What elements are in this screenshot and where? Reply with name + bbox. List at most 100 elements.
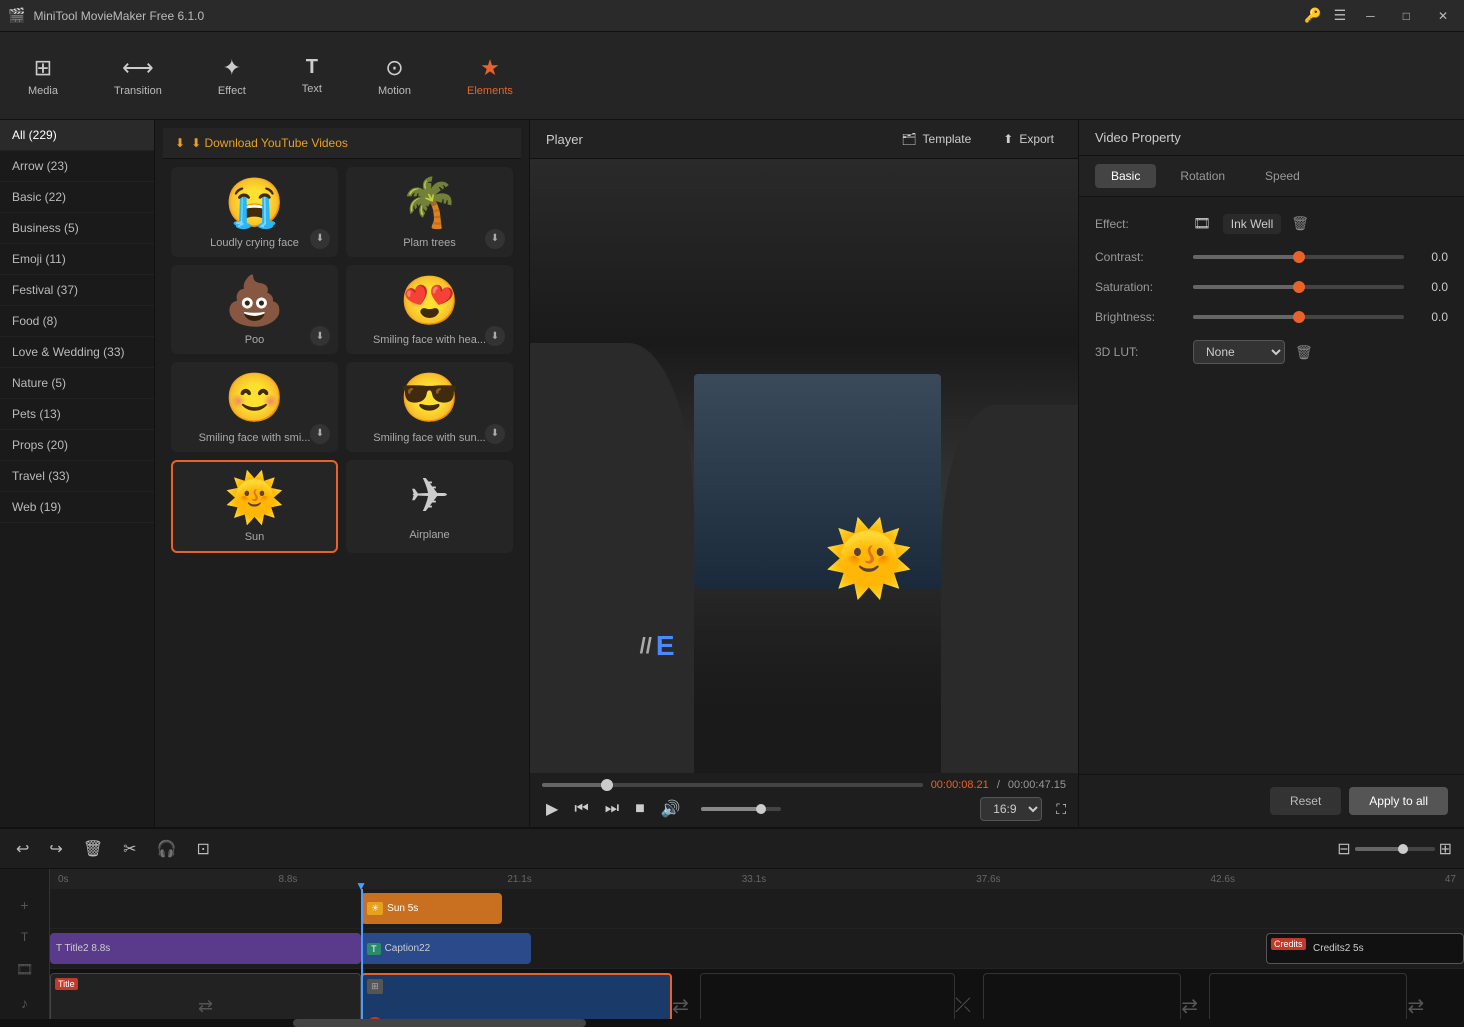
download-btn-trees[interactable]: ⬇ [485, 229, 505, 249]
titlebar-left: 🎬 MiniTool MovieMaker Free 6.1.0 [8, 7, 204, 24]
ruler-21s: 21.1s [507, 874, 531, 885]
category-festival[interactable]: Festival (37) [0, 275, 154, 306]
timeline-scrollbar[interactable] [0, 1019, 1464, 1027]
redo-button[interactable]: ↪ [45, 835, 66, 863]
category-nature[interactable]: Nature (5) [0, 368, 154, 399]
zoom-in-button[interactable]: ⊞ [1439, 839, 1452, 859]
prev-frame-button[interactable]: ⏮ [570, 798, 592, 820]
tab-speed[interactable]: Speed [1249, 164, 1316, 188]
tab-basic[interactable]: Basic [1095, 164, 1156, 188]
cut-button[interactable]: ✂ [119, 835, 140, 863]
transition-icon-2[interactable]: ⤫ [955, 995, 971, 1018]
time-current: 00:00:08.21 [931, 779, 989, 791]
undo-button[interactable]: ↩ [12, 835, 33, 863]
sun-clip[interactable]: ☀ Sun 5s [361, 893, 502, 924]
toolbar-text[interactable]: T Text [290, 50, 334, 101]
category-pets[interactable]: Pets (13) [0, 399, 154, 430]
element-sun[interactable]: 🌞 Sun [171, 460, 338, 554]
minimize-button[interactable]: ─ [1358, 5, 1383, 27]
category-business[interactable]: Business (5) [0, 213, 154, 244]
track1-icon[interactable]: T [21, 930, 28, 944]
category-all[interactable]: All (229) [0, 120, 154, 151]
player-controls: 00:00:08.21 / 00:00:47.15 ▶ ⏮ ⏭ ■ 🔊 16:9… [530, 773, 1078, 827]
main-video-clip[interactable]: ⊞ ✕ [361, 973, 672, 1019]
lut-select[interactable]: None Vivid Cinematic [1193, 340, 1285, 364]
video-clip-2[interactable]: 2X [700, 973, 955, 1019]
download-btn-smile[interactable]: ⬇ [310, 424, 330, 444]
element-airplane[interactable]: ✈ Airplane [346, 460, 513, 554]
stop-button[interactable]: ■ [631, 798, 649, 820]
category-props[interactable]: Props (20) [0, 430, 154, 461]
caption22-clip[interactable]: T Caption22 [361, 933, 531, 964]
fullscreen-button[interactable]: ⛶ [1056, 801, 1066, 818]
reset-button[interactable]: Reset [1270, 787, 1341, 815]
play-button[interactable]: ▶ [542, 797, 562, 821]
maximize-button[interactable]: □ [1395, 5, 1418, 27]
motion-icon: ⊙ [385, 55, 403, 81]
caption-badge: T [367, 943, 381, 955]
video-title-clip[interactable]: Title ⇄ [50, 973, 361, 1019]
download-btn-poo[interactable]: ⬇ [310, 326, 330, 346]
toolbar-effect[interactable]: ✦ Effect [206, 49, 258, 103]
video-clip-4[interactable] [1209, 973, 1407, 1019]
category-basic[interactable]: Basic (22) [0, 182, 154, 213]
video-clip-3[interactable] [983, 973, 1181, 1019]
detach-button[interactable]: 🎧 [153, 835, 181, 863]
lut-delete-button[interactable]: 🗑 [1293, 342, 1315, 363]
download-btn-heart[interactable]: ⬇ [485, 326, 505, 346]
credits2-clip[interactable]: Credits Credits2 5s [1266, 933, 1464, 964]
playhead-marker: ▼ [355, 879, 367, 893]
crop-button[interactable]: ⊡ [192, 835, 213, 863]
toolbar-motion[interactable]: ⊙ Motion [366, 49, 423, 103]
progress-bar[interactable] [542, 783, 923, 787]
brightness-value: 0.0 [1412, 310, 1448, 324]
category-list: All (229) Arrow (23) Basic (22) Business… [0, 120, 155, 827]
title2-clip[interactable]: T Title2 8.8s [50, 933, 361, 964]
titlebar-menu-icon[interactable]: ☰ [1334, 7, 1347, 24]
saturation-value: 0.0 [1412, 280, 1448, 294]
add-track2-icon[interactable]: + [20, 897, 28, 913]
contrast-slider[interactable] [1193, 255, 1404, 259]
element-smiling-smile[interactable]: 😊 Smiling face with smi... ⬇ [171, 362, 338, 452]
transition-icon-4[interactable]: ⇄ [1407, 994, 1424, 1019]
next-frame-button[interactable]: ⏭ [601, 798, 623, 820]
transition-icon-3[interactable]: ⇄ [1181, 994, 1198, 1019]
smiling-smile-emoji: 😊 [225, 370, 285, 428]
saturation-slider[interactable] [1193, 285, 1404, 289]
category-love-wedding[interactable]: Love & Wedding (33) [0, 337, 154, 368]
contrast-thumb [1293, 251, 1305, 263]
transition-icon-1[interactable]: ⇄ [672, 994, 689, 1019]
brightness-slider[interactable] [1193, 315, 1404, 319]
element-loudly-crying[interactable]: 😭 Loudly crying face ⬇ [171, 167, 338, 257]
media-label: Media [28, 85, 58, 97]
template-button[interactable]: 🗂 Template [893, 128, 979, 150]
category-arrow[interactable]: Arrow (23) [0, 151, 154, 182]
category-web[interactable]: Web (19) [0, 492, 154, 523]
category-travel[interactable]: Travel (33) [0, 461, 154, 492]
download-btn-crying[interactable]: ⬇ [310, 229, 330, 249]
titlebar-key-icon[interactable]: 🔑 [1304, 7, 1321, 24]
zoom-slider[interactable] [1355, 847, 1435, 851]
volume-bar[interactable] [701, 807, 781, 811]
element-smiling-heart[interactable]: 😍 Smiling face with hea... ⬇ [346, 265, 513, 355]
toolbar-elements[interactable]: ★ Elements [455, 49, 525, 103]
delete-clip-button[interactable]: 🗑 [79, 835, 107, 863]
download-btn-sun-smile[interactable]: ⬇ [485, 424, 505, 444]
tab-rotation[interactable]: Rotation [1164, 164, 1241, 188]
close-button[interactable]: ✕ [1430, 5, 1456, 27]
volume-icon[interactable]: 🔊 [657, 797, 685, 821]
aspect-ratio-select[interactable]: 16:9 4:3 1:1 9:16 [980, 797, 1042, 821]
toolbar-transition[interactable]: ⟷ Transition [102, 49, 174, 103]
category-emoji[interactable]: Emoji (11) [0, 244, 154, 275]
effect-icon: ✦ [223, 55, 241, 81]
apply-all-button[interactable]: Apply to all [1349, 787, 1448, 815]
category-food[interactable]: Food (8) [0, 306, 154, 337]
zoom-out-button[interactable]: ⊟ [1337, 839, 1350, 859]
element-plam-trees[interactable]: 🌴 Plam trees ⬇ [346, 167, 513, 257]
element-smiling-sun[interactable]: 😎 Smiling face with sun... ⬇ [346, 362, 513, 452]
toolbar-media[interactable]: ⊞ Media [16, 49, 70, 103]
effect-delete-button[interactable]: 🗑 [1289, 213, 1311, 234]
download-bar[interactable]: ⬇ ⬇ Download YouTube Videos [163, 128, 521, 159]
export-button[interactable]: ⬆ Export [995, 128, 1062, 150]
element-poo[interactable]: 💩 Poo ⬇ [171, 265, 338, 355]
